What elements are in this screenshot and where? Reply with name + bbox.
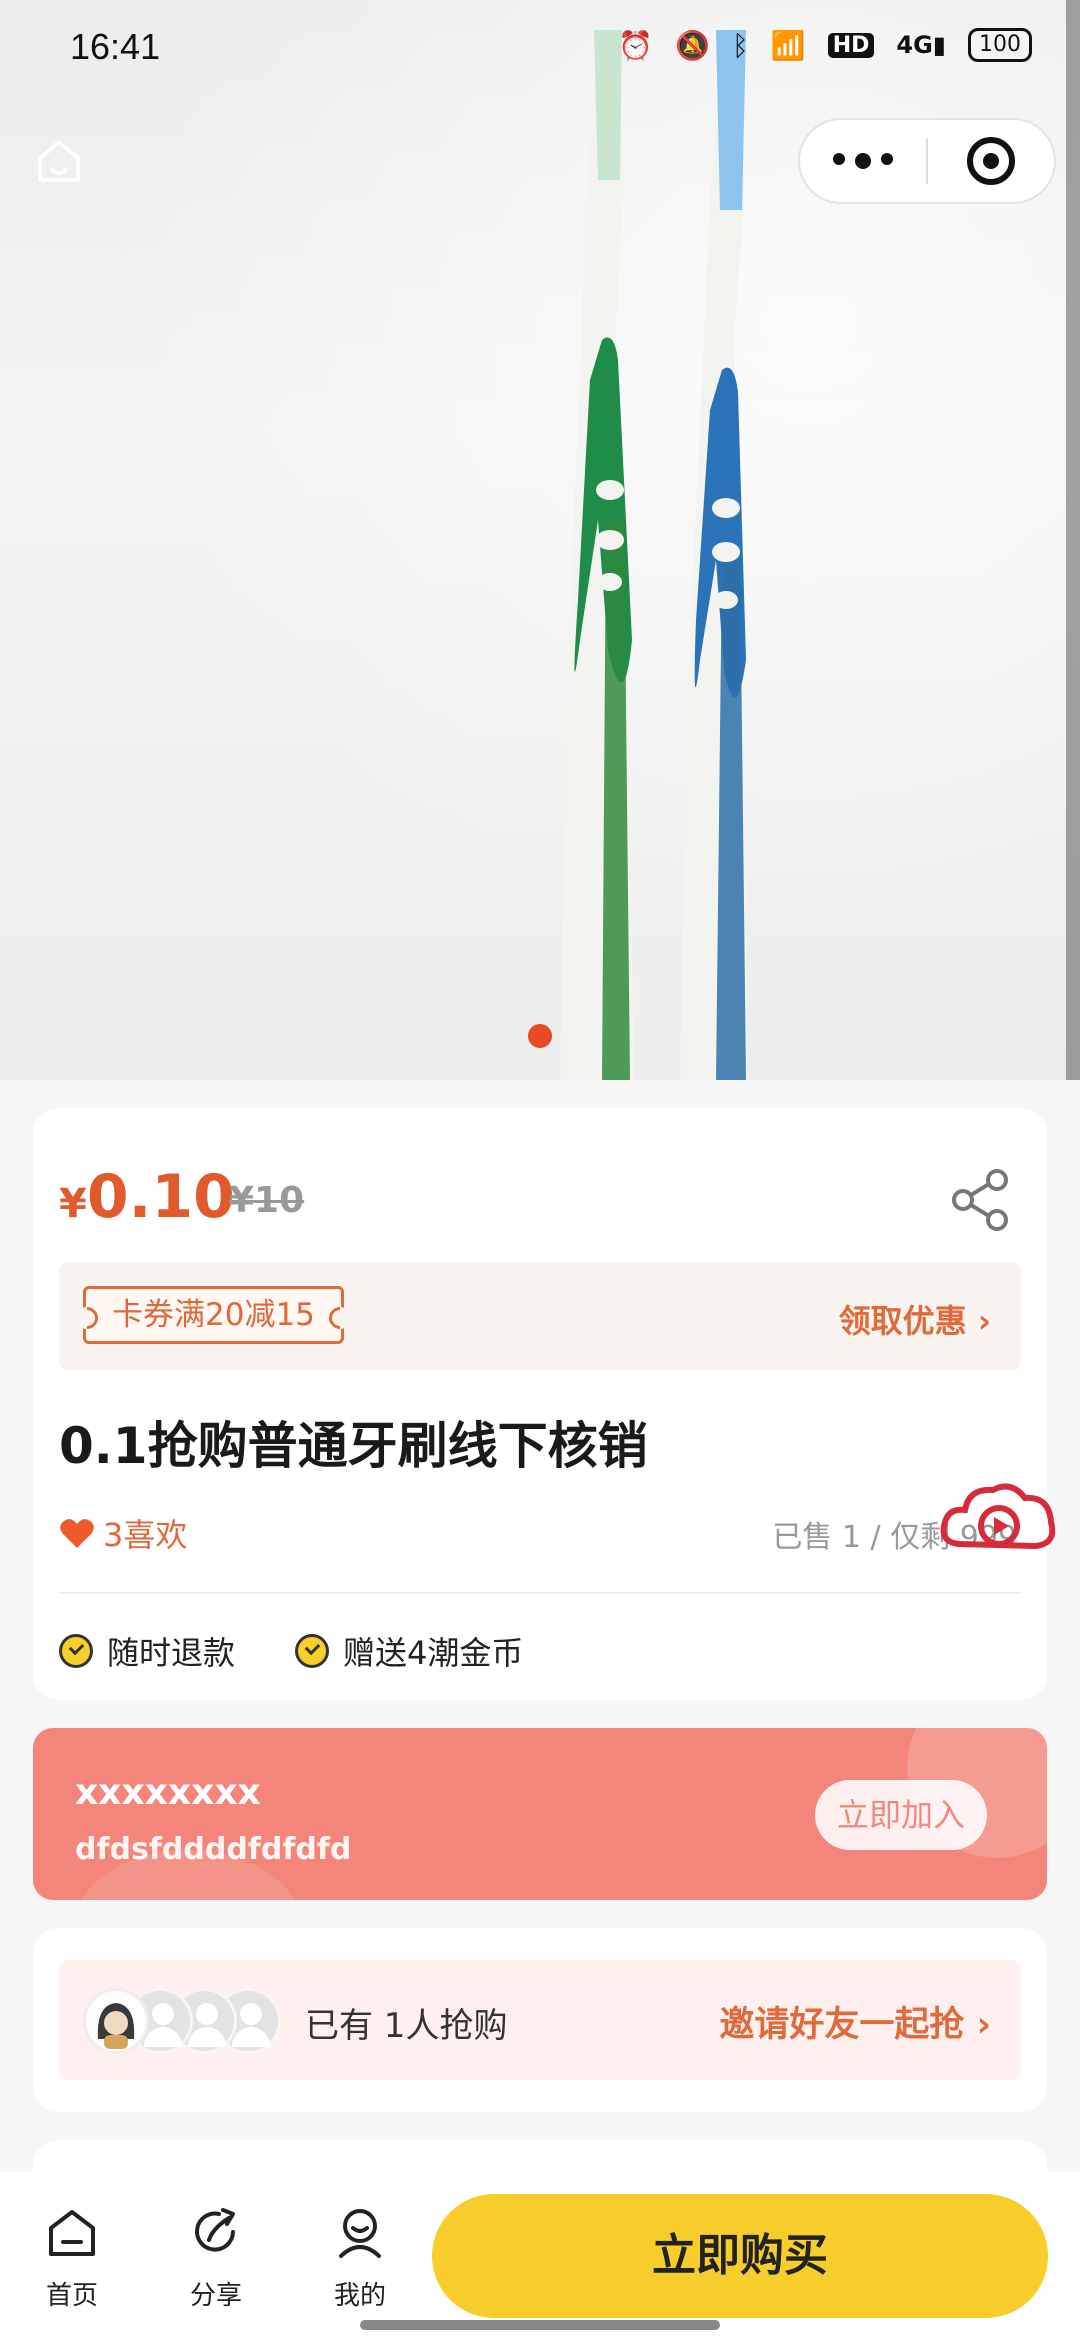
target-circle-icon[interactable] — [928, 137, 1054, 185]
current-price: ¥0.10 — [59, 1162, 235, 1232]
like-button[interactable]: 3喜欢 — [59, 1510, 187, 1556]
status-time: 16:41 — [70, 26, 161, 67]
buy-now-button[interactable]: 立即购买 — [432, 2194, 1048, 2318]
membership-title: xxxxxxxx — [75, 1772, 261, 1813]
chevron-right-icon: › — [976, 2005, 991, 2045]
status-bar: 16:41 ⏰ 🔕 ᛒ 📶 HD 4G▮ 100 — [0, 0, 1080, 100]
buyer-avatars — [83, 1988, 283, 2054]
nav-profile[interactable]: 我的 — [310, 2206, 410, 2312]
share-icon[interactable] — [951, 1168, 1011, 1232]
group-buy-count: 已有 1人抢购 — [305, 2006, 508, 2046]
heart-icon — [60, 1519, 94, 1548]
membership-subtitle: dfdsfddddfdfdfd — [75, 1832, 352, 1867]
claim-coupon-link[interactable]: 领取优惠 › — [839, 1296, 991, 1342]
video-cloud-watermark-icon — [940, 1483, 1056, 1550]
invite-friends-link[interactable]: 邀请好友一起抢 › — [719, 1996, 991, 2047]
battery-indicator: 100 — [968, 28, 1032, 62]
group-buy-bar[interactable]: 已有 1人抢购 邀请好友一起抢 › — [59, 1960, 1021, 2080]
share-icon — [195, 2208, 235, 2252]
mini-program-capsule — [798, 118, 1056, 204]
bottom-action-bar: 首页 分享 我的 立即购买 — [0, 2172, 1080, 2340]
gallery-page-indicator — [528, 1024, 552, 1048]
coupon-tag: 卡券满20减15 — [83, 1286, 344, 1344]
check-circle-icon — [59, 1634, 93, 1668]
nav-share[interactable]: 分享 — [166, 2206, 266, 2312]
signal-4g-icon: 4G▮ — [896, 31, 946, 59]
hd-icon: HD — [827, 32, 875, 58]
home-icon[interactable] — [34, 136, 84, 186]
coupon-bar[interactable]: 卡券满20减15 领取优惠 › — [59, 1262, 1021, 1370]
avatar — [83, 1988, 149, 2054]
product-title: 0.1抢购普通牙刷线下核销 — [59, 1417, 648, 1475]
home-icon — [49, 2210, 95, 2256]
bluetooth-icon: ᛒ — [732, 28, 749, 62]
profile-icon — [339, 2209, 381, 2258]
original-price: ¥10 — [229, 1180, 305, 1221]
mute-icon: 🔕 — [675, 28, 711, 62]
more-dots-icon[interactable] — [800, 153, 926, 169]
home-indicator — [360, 2320, 720, 2330]
membership-banner: xxxxxxxx dfdsfddddfdfdfd 立即加入 — [33, 1728, 1047, 1900]
feature-item: 随时退款 — [59, 1628, 235, 1674]
product-info-card: ¥0.10 ¥10 卡券满20减15 领取优惠 › 0.1抢购普通牙刷线下核销 … — [33, 1108, 1056, 1700]
join-now-button[interactable]: 立即加入 — [815, 1780, 987, 1850]
nav-home[interactable]: 首页 — [22, 2206, 122, 2312]
group-buy-card: 已有 1人抢购 邀请好友一起抢 › — [33, 1928, 1047, 2112]
chevron-right-icon: › — [977, 1302, 991, 1340]
alarm-icon: ⏰ — [618, 28, 654, 62]
service-features: 随时退款 赠送4潮金币 — [59, 1628, 523, 1674]
check-circle-icon — [295, 1634, 330, 1668]
wifi-icon: 📶 — [770, 28, 806, 62]
feature-item: 赠送4潮金币 — [295, 1628, 523, 1674]
product-image — [560, 30, 748, 1080]
